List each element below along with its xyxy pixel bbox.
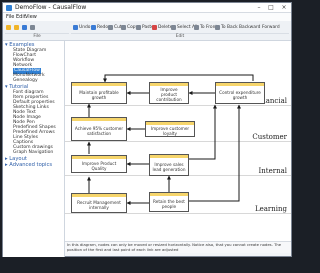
maximize-icon[interactable]: □ [265, 3, 277, 12]
redo-icon [91, 25, 96, 30]
select-all-icon [171, 25, 176, 30]
copy-icon [121, 25, 126, 30]
new-file-icon [6, 25, 11, 30]
paste-icon [136, 25, 141, 30]
menu-file[interactable]: File [6, 13, 14, 21]
node-sales-lead[interactable]: Improve sales lead generation [149, 154, 189, 176]
toolbar: Undo Redo Cut Copy Paste Delete Select A… [3, 21, 291, 41]
backward-button[interactable]: Backward [239, 23, 260, 32]
forward-button[interactable]: Forward [262, 23, 280, 32]
node-product-contribution[interactable]: Improve product contribution [149, 82, 189, 104]
app-window: DemoFlow - CausalFlow – □ × File Edit Vi… [2, 2, 292, 257]
minimize-icon[interactable]: – [253, 3, 265, 12]
link-layer [87, 74, 254, 205]
delete-button[interactable]: Delete [152, 23, 172, 32]
save-icon [22, 25, 27, 30]
to-back-button[interactable]: To Back [215, 23, 238, 32]
menu-bar: File Edit View [3, 13, 291, 21]
menu-view[interactable]: View [25, 13, 37, 21]
scissors-icon [108, 25, 113, 30]
close-icon[interactable]: × [278, 3, 290, 12]
to-front-icon [194, 25, 199, 30]
undo-icon [73, 25, 78, 30]
cut-button[interactable]: Cut [108, 23, 122, 32]
examples-tree: ▾ Examples State Diagram FlowChart Workf… [3, 41, 65, 257]
node-control-expenditure[interactable]: Control expenditure growth [215, 82, 265, 104]
edit-group-label: Edit [71, 33, 289, 40]
to-front-button[interactable]: To Front [194, 23, 217, 32]
diagram-canvas[interactable]: Financial Customer Internal Learning Mai… [65, 41, 291, 253]
node-customer-satisfaction[interactable]: Achieve 95% customer satisfaction [71, 117, 127, 141]
node-customer-loyalty[interactable]: Improve customer loyalty [145, 121, 195, 137]
new-button[interactable] [6, 23, 12, 32]
print-icon [30, 25, 35, 30]
node-recruit-management[interactable]: Recruit Management internally [71, 193, 127, 213]
info-note: In this diagram, nodes can only be moved… [65, 241, 291, 253]
title-bar: DemoFlow - CausalFlow – □ × [3, 3, 291, 13]
open-button[interactable] [14, 23, 20, 32]
open-folder-icon [14, 25, 19, 30]
save-button[interactable] [22, 23, 28, 32]
app-icon [6, 5, 12, 11]
tree-category-advanced[interactable]: ▸ Advanced topics [5, 162, 52, 168]
to-back-icon [215, 25, 220, 30]
file-group-label: File [5, 33, 69, 40]
node-retain-people[interactable]: Retain the best people [149, 192, 189, 212]
redo-button[interactable]: Redo [91, 23, 108, 32]
window-title: DemoFlow - CausalFlow [15, 4, 87, 11]
print-button[interactable] [30, 23, 36, 32]
link-n3-n1 [103, 74, 254, 83]
undo-button[interactable]: Undo [73, 23, 90, 32]
node-maintain-growth[interactable]: Maintain profitable growth [71, 82, 127, 104]
delete-icon [152, 25, 157, 30]
link-n9-n3 [189, 104, 241, 202]
node-product-quality[interactable]: Improve Product Quality [71, 155, 127, 173]
